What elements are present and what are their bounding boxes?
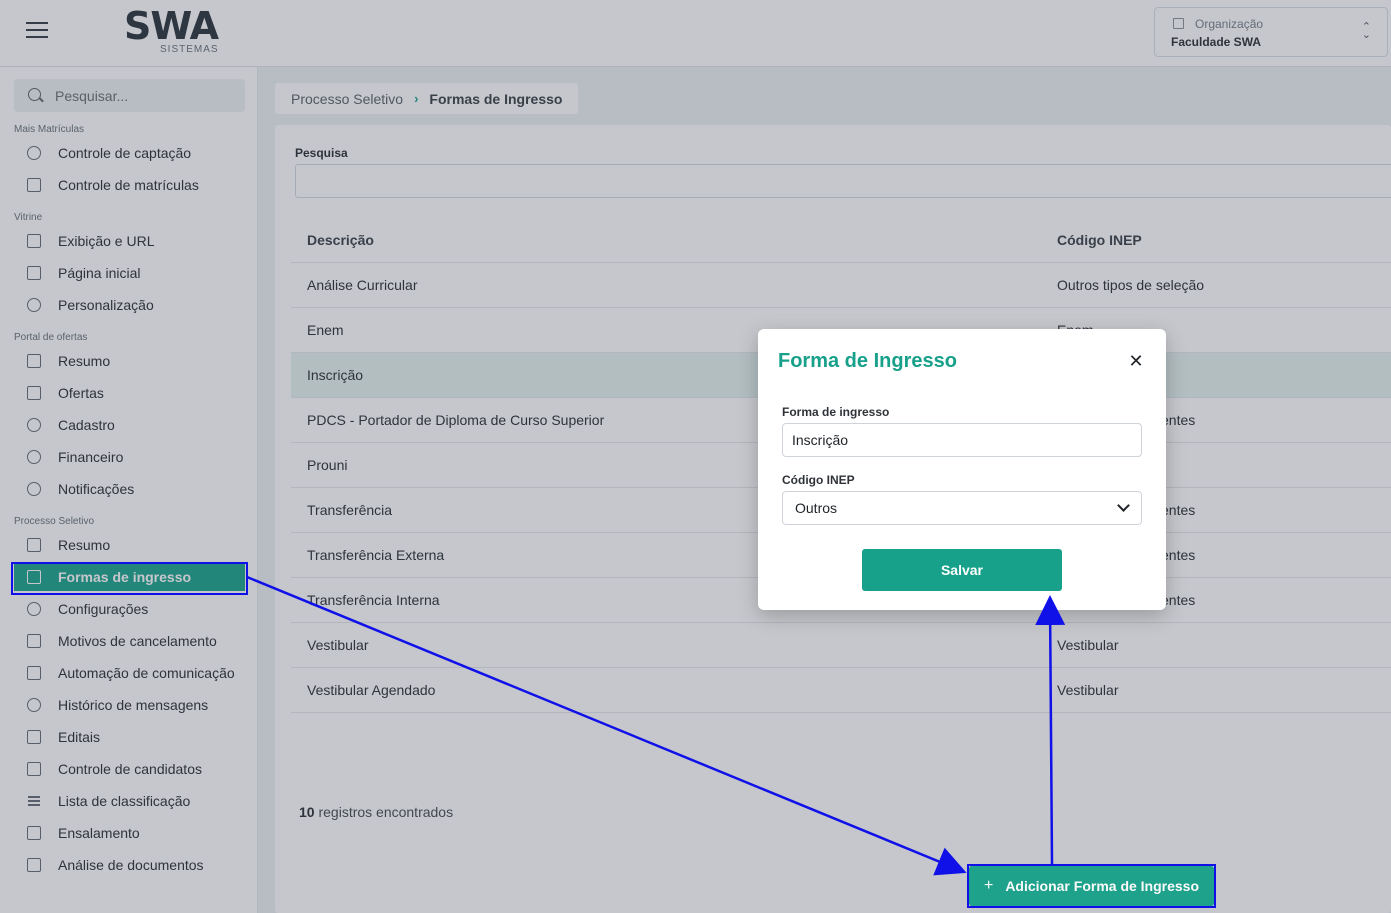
modal-title: Forma de Ingresso xyxy=(778,350,957,372)
forma-ingresso-input[interactable]: Inscrição xyxy=(782,423,1142,457)
chevron-down-icon xyxy=(1117,499,1130,512)
codigo-inep-value: Outros xyxy=(795,500,838,516)
forma-ingresso-modal: Forma de Ingresso ✕ Forma de ingresso In… xyxy=(758,329,1166,610)
add-button-label: Adicionar Forma de Ingresso xyxy=(1005,878,1200,894)
forma-ingresso-label: Forma de ingresso xyxy=(782,405,890,419)
close-icon[interactable]: ✕ xyxy=(1128,352,1144,370)
save-button[interactable]: Salvar xyxy=(862,549,1062,591)
add-forma-ingresso-button-visible[interactable]: + Adicionar Forma de Ingresso xyxy=(969,866,1214,906)
codigo-inep-label: Código INEP xyxy=(782,473,855,487)
plus-icon: + xyxy=(983,877,994,894)
codigo-inep-select[interactable]: Outros xyxy=(782,491,1142,525)
modal-backdrop[interactable] xyxy=(0,0,1391,913)
